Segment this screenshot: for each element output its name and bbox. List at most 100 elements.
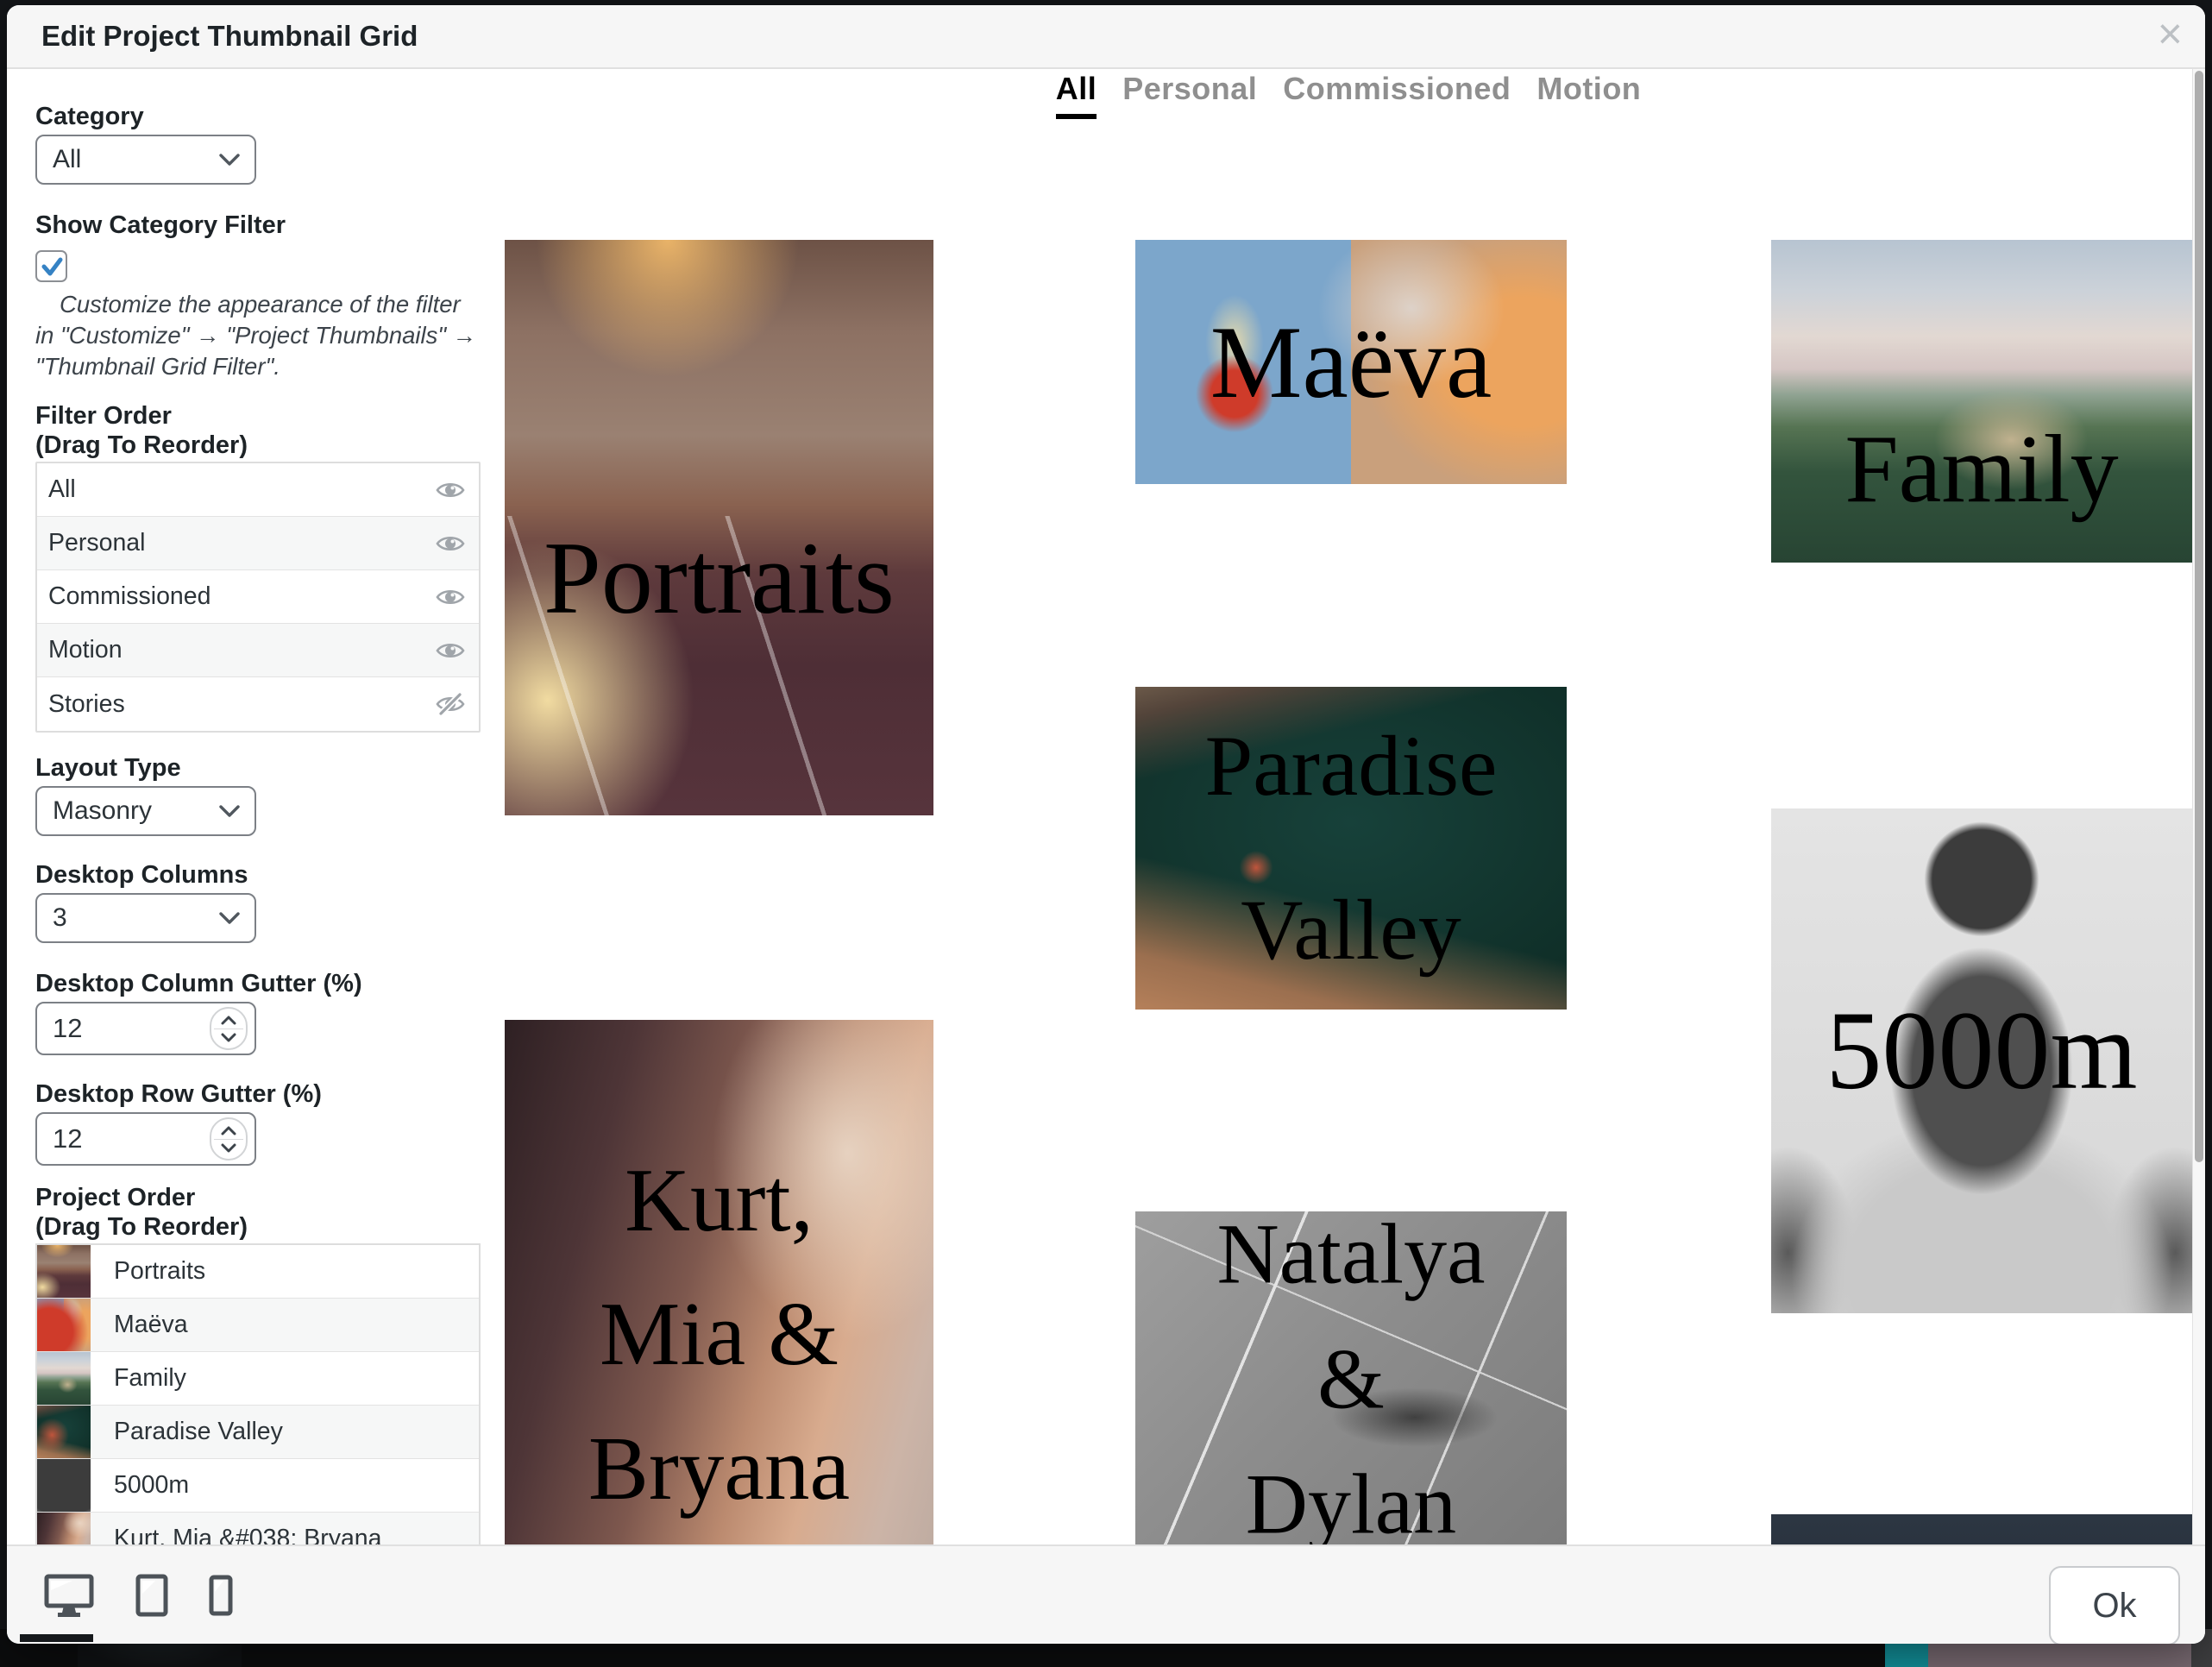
desktop-icon[interactable] <box>43 1573 95 1618</box>
chevron-down-icon <box>218 804 241 818</box>
project-thumbnail <box>37 1406 91 1458</box>
tab-personal[interactable]: Personal <box>1122 71 1257 119</box>
project-row-kurt-mia-bryana[interactable]: Kurt, Mia &#038; Bryana <box>37 1513 479 1544</box>
ok-button[interactable]: Ok <box>2049 1566 2180 1644</box>
project-thumbnail <box>37 1459 91 1512</box>
filter-row-label: Stories <box>48 690 436 719</box>
project-row-label: Maëva <box>91 1311 188 1339</box>
project-row-family[interactable]: Family <box>37 1352 479 1406</box>
project-tile-family[interactable]: Family <box>1771 240 2192 563</box>
preview-scrollbar <box>2192 69 2205 1544</box>
layout-type-label: Layout Type <box>35 753 481 783</box>
category-filter-tabs: All Personal Commissioned Motion <box>505 71 2192 119</box>
desktop-columns-select[interactable]: 3 <box>35 893 256 943</box>
project-tile-euro[interactable]: Euro <box>1771 1514 2192 1544</box>
category-select[interactable]: All <box>35 135 256 185</box>
tab-commissioned[interactable]: Commissioned <box>1283 71 1511 119</box>
filter-row-commissioned[interactable]: Commissioned <box>37 570 479 624</box>
layout-type-select[interactable]: Masonry <box>35 786 256 836</box>
filter-row-personal[interactable]: Personal <box>37 517 479 570</box>
stepper-up-icon[interactable] <box>220 1125 237 1136</box>
eye-visible-icon[interactable] <box>436 639 465 662</box>
thumbnail-image <box>1771 240 2192 563</box>
filter-row-motion[interactable]: Motion <box>37 624 479 677</box>
stepper-up-icon[interactable] <box>220 1015 237 1026</box>
project-row-paradise-valley[interactable]: Paradise Valley <box>37 1406 479 1459</box>
filter-row-stories[interactable]: Stories <box>37 677 479 731</box>
eye-hidden-icon[interactable] <box>436 693 465 715</box>
project-thumbnail <box>37 1299 91 1351</box>
number-stepper[interactable] <box>210 1007 248 1050</box>
player-shadow <box>1308 1372 1545 1472</box>
project-order-label: Project Order <box>35 1183 481 1212</box>
modal-body: Category All Show Category Filter Custom… <box>7 69 2205 1544</box>
project-row-portraits[interactable]: Portraits <box>37 1245 479 1299</box>
filter-row-label: Motion <box>48 636 436 664</box>
desktop-columns-label: Desktop Columns <box>35 860 481 890</box>
desktop-row-gutter-input[interactable]: 12 <box>35 1112 256 1166</box>
project-tile-paradise-valley[interactable]: Paradise Valley <box>1135 687 1567 1010</box>
stepper-down-icon[interactable] <box>220 1142 237 1154</box>
category-value: All <box>53 145 218 174</box>
project-row-label: 5000m <box>91 1471 189 1500</box>
modal-footer: Ok <box>7 1544 2205 1644</box>
filter-row-all[interactable]: All <box>37 463 479 517</box>
desktop-column-gutter-value: 12 <box>53 1013 210 1044</box>
thumbnail-image <box>1135 1211 1567 1544</box>
eye-visible-icon[interactable] <box>436 532 465 555</box>
desktop-column-gutter-input[interactable]: 12 <box>35 1002 256 1055</box>
desktop-column-gutter-label: Desktop Column Gutter (%) <box>35 969 481 998</box>
project-tile-natalya-dylan[interactable]: Natalya & Dylan <box>1135 1211 1567 1544</box>
project-thumbnail <box>37 1352 91 1405</box>
active-device-indicator <box>20 1634 93 1642</box>
project-tile-5000m[interactable]: 5000m <box>1771 808 2192 1313</box>
filter-order-label: Filter Order <box>35 401 481 431</box>
project-row-label: Paradise Valley <box>91 1418 283 1446</box>
project-order-sublabel: (Drag To Reorder) <box>35 1212 481 1242</box>
project-tile-kurt-mia-bryana[interactable]: Kurt, Mia & Bryana <box>505 1020 933 1544</box>
thumbnail-image <box>1135 687 1567 1010</box>
modal-header: Edit Project Thumbnail Grid × <box>7 5 2205 69</box>
filter-row-label: Commissioned <box>48 582 436 611</box>
filter-order-list: All Personal Commissioned Motion <box>35 462 481 733</box>
thumbnail-image <box>505 240 933 815</box>
filter-row-label: Personal <box>48 529 436 557</box>
layout-type-value: Masonry <box>53 796 218 826</box>
project-tile-portraits[interactable]: Portraits <box>505 240 933 815</box>
stepper-down-icon[interactable] <box>220 1032 237 1043</box>
eye-visible-icon[interactable] <box>436 479 465 501</box>
tab-all[interactable]: All <box>1056 71 1097 119</box>
show-category-filter-label: Show Category Filter <box>35 211 481 240</box>
chevron-down-icon <box>218 911 241 925</box>
number-stepper[interactable] <box>210 1117 248 1161</box>
project-order-list: Portraits Maëva Family Paradise Valley 5… <box>35 1243 481 1544</box>
project-row-maeva[interactable]: Maëva <box>37 1299 479 1352</box>
eye-visible-icon[interactable] <box>436 586 465 608</box>
project-row-5000m[interactable]: 5000m <box>37 1459 479 1513</box>
tablet-icon[interactable] <box>135 1573 169 1618</box>
thumbnail-image <box>1771 808 2192 1313</box>
edit-project-thumbnail-grid-modal: Edit Project Thumbnail Grid × Category A… <box>7 5 2205 1644</box>
scrollbar-thumb[interactable] <box>2195 71 2203 1162</box>
desktop-row-gutter-label: Desktop Row Gutter (%) <box>35 1079 481 1109</box>
check-icon <box>39 254 65 280</box>
modal-title: Edit Project Thumbnail Grid <box>7 20 418 53</box>
thumbnail-image <box>1135 240 1567 484</box>
category-label: Category <box>35 102 481 131</box>
project-tile-maeva[interactable]: Maëva <box>1135 240 1567 484</box>
track-lines <box>505 516 933 815</box>
tab-motion[interactable]: Motion <box>1536 71 1641 119</box>
project-row-label: Portraits <box>91 1257 205 1286</box>
project-thumbnail <box>37 1245 91 1298</box>
thumbnail-image <box>505 1020 933 1544</box>
project-row-label: Family <box>91 1364 186 1393</box>
filter-row-label: All <box>48 475 436 504</box>
device-preview-switcher <box>43 1546 233 1644</box>
desktop-row-gutter-value: 12 <box>53 1123 210 1154</box>
mobile-icon[interactable] <box>209 1575 233 1616</box>
filter-order-sublabel: (Drag To Reorder) <box>35 431 481 460</box>
show-category-filter-checkbox[interactable] <box>35 250 67 282</box>
settings-sidebar: Category All Show Category Filter Custom… <box>7 69 505 1544</box>
chevron-down-icon <box>218 153 241 167</box>
close-icon[interactable]: × <box>2158 12 2183 55</box>
